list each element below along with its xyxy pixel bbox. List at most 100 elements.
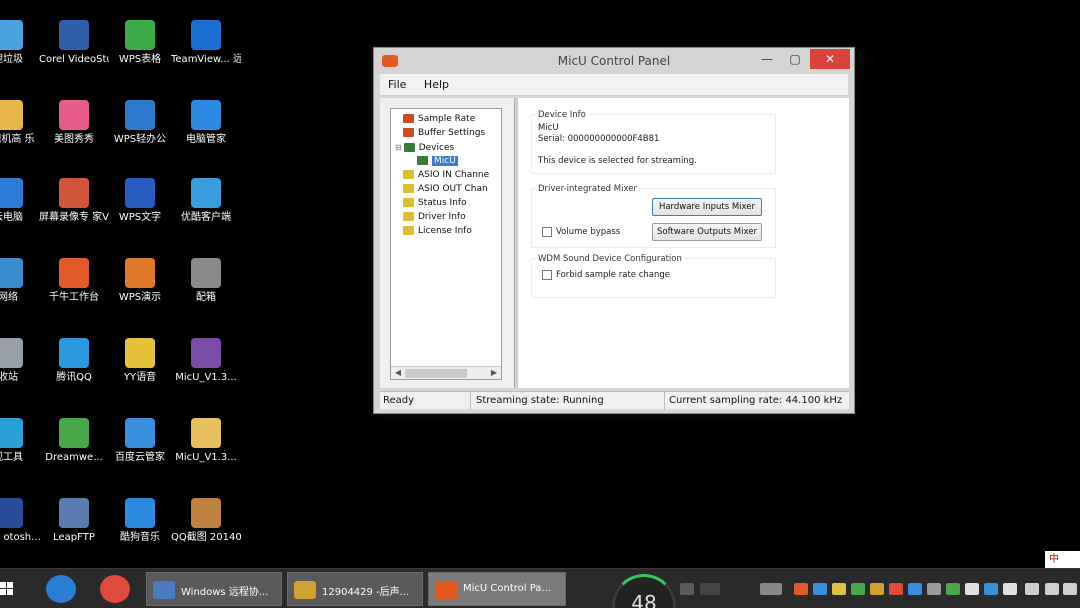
- splitter[interactable]: [514, 98, 518, 388]
- desktop-icon-label: Corel VideoStud...: [39, 54, 109, 65]
- desktop-icon[interactable]: 配箱: [171, 258, 241, 304]
- desktop-icon-label: 美图秀秀: [54, 134, 94, 145]
- volume-bypass-checkbox[interactable]: [542, 227, 552, 237]
- desktop-icon-label: 视工具: [0, 452, 23, 463]
- desktop-icon[interactable]: 千牛工作台: [39, 258, 109, 304]
- tree-item-driver-info[interactable]: Driver Info: [403, 211, 466, 224]
- tree-item-micu[interactable]: MicU: [417, 155, 458, 168]
- desktop-icon[interactable]: 理垃圾: [0, 20, 43, 66]
- info-icon: [403, 212, 414, 221]
- settings-tree[interactable]: Sample Rate Buffer Settings ⊟ Devices Mic…: [390, 108, 502, 380]
- desktop-icon[interactable]: 美图秀秀: [39, 100, 109, 146]
- desktop-icon-label: WPS轻办公: [113, 134, 167, 145]
- collapse-icon[interactable]: ⊟: [395, 143, 402, 152]
- tree-item-license-info[interactable]: License Info: [403, 225, 472, 238]
- tray-app-icon[interactable]: [908, 583, 922, 595]
- volume-icon[interactable]: [1045, 583, 1059, 595]
- task-windows-remote[interactable]: Windows 远程协...: [146, 572, 282, 606]
- tray-expand-icon[interactable]: [680, 583, 694, 595]
- micu-control-panel-window: MicU Control Panel — ▢ ✕ File Help Sampl…: [373, 47, 855, 414]
- start-button[interactable]: [0, 579, 14, 599]
- internet-explorer-icon[interactable]: [46, 575, 76, 603]
- tree-item-buffer-settings[interactable]: Buffer Settings: [403, 127, 485, 140]
- desktop-icon[interactable]: QQ截图 20140916...: [171, 498, 241, 544]
- desktop-icon[interactable]: MicU_V1.3...: [171, 418, 241, 464]
- close-button[interactable]: ✕: [810, 49, 850, 69]
- desktop-icon[interactable]: 电脑管家: [171, 100, 241, 146]
- desktop-icon-label: 收站: [0, 372, 18, 383]
- desktop-icon[interactable]: 百度云管家: [105, 418, 175, 464]
- app-shortcut-icon: [0, 338, 23, 368]
- device-info-header: Device Info: [536, 110, 588, 120]
- desktop-icon[interactable]: WPS表格: [105, 20, 175, 66]
- desktop-icon[interactable]: Corel VideoStud...: [39, 20, 109, 66]
- ime-indicator[interactable]: 中: [1045, 551, 1080, 569]
- desktop-icon[interactable]: YY语音: [105, 338, 175, 384]
- tree-item-asio-in[interactable]: ASIO IN Channe: [403, 169, 489, 182]
- tree-item-sample-rate[interactable]: Sample Rate: [403, 113, 475, 126]
- desktop-icon[interactable]: LeapFTP: [39, 498, 109, 544]
- software-outputs-mixer-button[interactable]: Software Outputs Mixer: [652, 223, 762, 241]
- scroll-right-icon[interactable]: ▶: [488, 367, 500, 379]
- tray-app-icon[interactable]: [984, 583, 998, 595]
- menu-file[interactable]: File: [380, 74, 412, 91]
- tray-app-icon[interactable]: [946, 583, 960, 595]
- forbid-sample-rate-checkbox[interactable]: [542, 270, 552, 280]
- desktop-icon[interactable]: 讯视机高 乐: [0, 100, 43, 146]
- app-shortcut-icon: [125, 178, 155, 208]
- task-chat-window[interactable]: 12904429 -后声...: [287, 572, 423, 606]
- desktop-icon[interactable]: 酷狗音乐: [105, 498, 175, 544]
- task-micu-control-panel[interactable]: MicU Control Pa...: [428, 572, 566, 606]
- app-shortcut-icon: [59, 178, 89, 208]
- device-folder-icon: [403, 143, 415, 152]
- desktop-icon[interactable]: 收站: [0, 338, 43, 384]
- tray-app-icon[interactable]: [1003, 583, 1017, 595]
- desktop-icon[interactable]: 网络: [0, 258, 43, 304]
- tree-item-devices[interactable]: ⊟ Devices: [395, 141, 454, 154]
- tray-app-icon[interactable]: [889, 583, 903, 595]
- mixer-header: Driver-integrated Mixer: [536, 184, 639, 194]
- language-icon[interactable]: [1063, 583, 1077, 595]
- desktop-icon[interactable]: MicU_V1.3...: [171, 338, 241, 384]
- desktop-icon[interactable]: WPS文字: [105, 178, 175, 224]
- app-shortcut-icon: [125, 338, 155, 368]
- desktop-icon[interactable]: 视工具: [0, 418, 43, 464]
- horizontal-scrollbar[interactable]: ◀ ▶: [391, 366, 501, 379]
- desktop-icon[interactable]: TeamView... 远程协作): [171, 20, 241, 66]
- desktop-icon[interactable]: 优酷客户端: [171, 178, 241, 224]
- hardware-inputs-mixer-button[interactable]: Hardware Inputs Mixer: [652, 198, 762, 216]
- tray-network-speed-icon[interactable]: [700, 583, 720, 595]
- tray-app-icon[interactable]: [965, 583, 979, 595]
- desktop-icon[interactable]: Dreamwe...: [39, 418, 109, 464]
- media-player-icon[interactable]: [100, 575, 130, 603]
- tree-item-asio-out[interactable]: ASIO OUT Chan: [403, 183, 488, 196]
- desktop-icon[interactable]: WPS轻办公: [105, 100, 175, 146]
- desktop-icon-label: 屏幕录像专 家V2014: [39, 212, 109, 223]
- desktop-icon[interactable]: 云电脑: [0, 178, 43, 224]
- tray-app-icon[interactable]: [870, 583, 884, 595]
- tray-app-icon[interactable]: [794, 583, 808, 595]
- title-bar[interactable]: MicU Control Panel — ▢ ✕: [374, 48, 854, 74]
- keyboard-icon[interactable]: [760, 583, 782, 595]
- tray-app-icon[interactable]: [832, 583, 846, 595]
- network-icon[interactable]: [1025, 583, 1039, 595]
- desktop-icon[interactable]: WPS演示: [105, 258, 175, 304]
- status-ready: Ready: [383, 395, 415, 406]
- tray-app-icon[interactable]: [851, 583, 865, 595]
- tray-app-icon[interactable]: [813, 583, 827, 595]
- desktop-icon[interactable]: 屏幕录像专 家V2014: [39, 178, 109, 224]
- minimize-button[interactable]: —: [754, 49, 780, 69]
- maximize-button[interactable]: ▢: [782, 49, 808, 69]
- tray-app-icon[interactable]: [927, 583, 941, 595]
- channel-icon: [403, 170, 414, 179]
- desktop-icon[interactable]: dobe otosh...: [0, 498, 43, 544]
- desktop-icon-label: WPS演示: [118, 292, 162, 303]
- desktop-icon-label: 百度云管家: [115, 452, 165, 463]
- menu-help[interactable]: Help: [416, 74, 455, 91]
- scroll-thumb[interactable]: [405, 369, 467, 378]
- tree-item-status-info[interactable]: Status Info: [403, 197, 467, 210]
- app-shortcut-icon: [191, 498, 221, 528]
- desktop-icon[interactable]: 腾讯QQ: [39, 338, 109, 384]
- app-shortcut-icon: [59, 100, 89, 130]
- scroll-left-icon[interactable]: ◀: [392, 367, 404, 379]
